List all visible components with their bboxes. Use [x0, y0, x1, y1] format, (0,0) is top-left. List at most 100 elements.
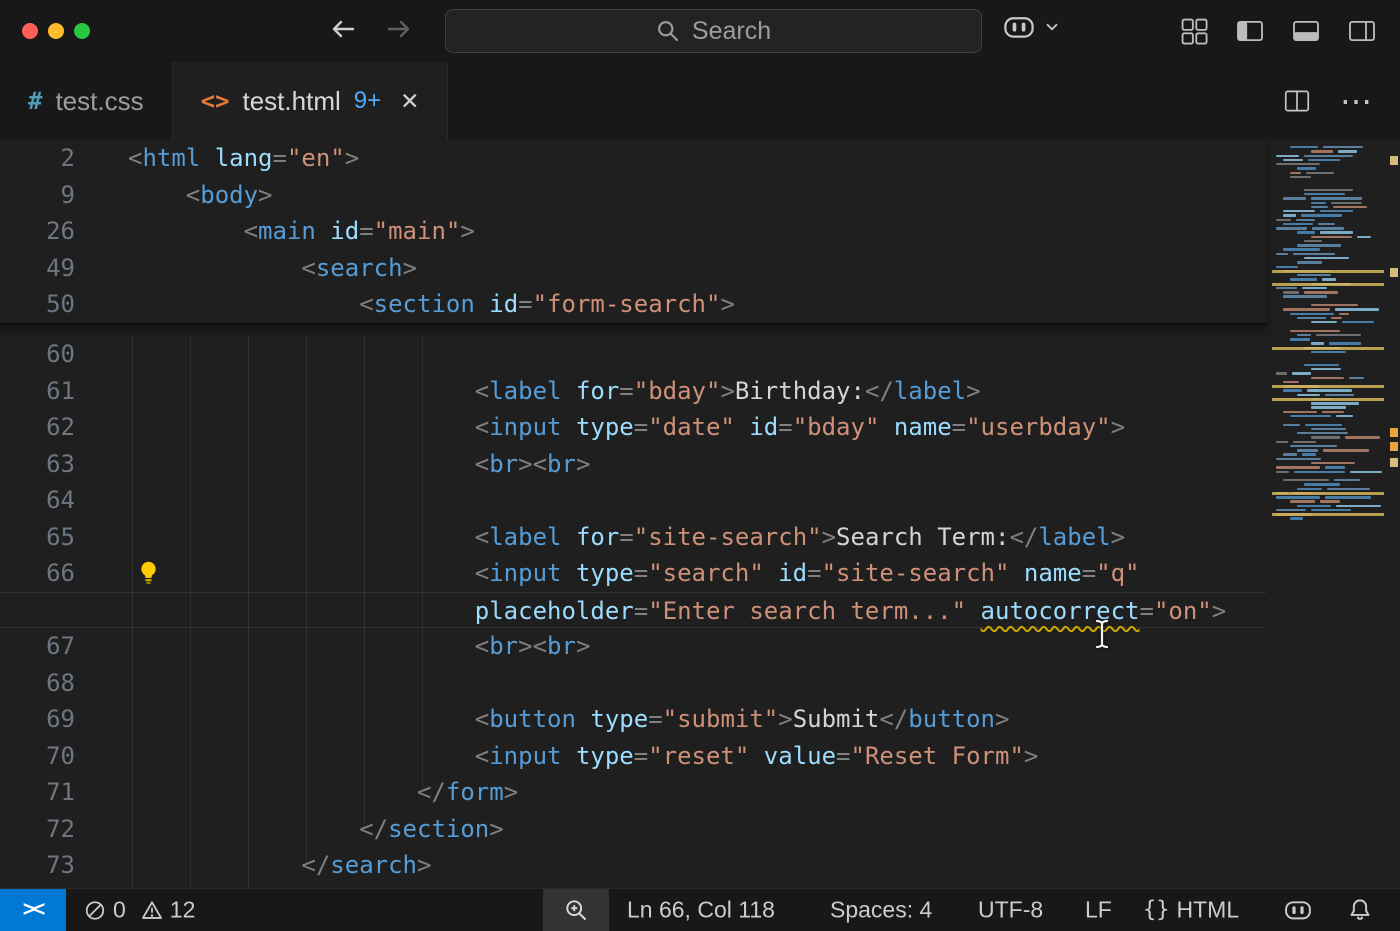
code-line[interactable]: 61 <label for="bday">Birthday:</label>: [0, 373, 1266, 410]
cursor-position-status[interactable]: Ln 66, Col 118: [627, 897, 775, 924]
minimap-line: [1297, 394, 1320, 396]
close-tab-icon[interactable]: ✕: [400, 88, 419, 115]
code-line[interactable]: 64: [0, 482, 1266, 519]
copilot-menu[interactable]: [1003, 14, 1061, 40]
minimap-line: [1336, 505, 1381, 507]
minimap[interactable]: [1270, 140, 1400, 888]
code-line[interactable]: placeholder="Enter search term..." autoc…: [0, 592, 1266, 629]
toggle-primary-sidebar-icon[interactable]: [1234, 15, 1266, 47]
line-content[interactable]: <br><br>: [75, 628, 590, 665]
line-content[interactable]: <button type="submit">Submit</button>: [75, 701, 1009, 738]
line-content[interactable]: placeholder="Enter search term..." autoc…: [75, 593, 1226, 628]
minimap-line: [1311, 428, 1346, 430]
toggle-panel-icon[interactable]: [1290, 15, 1322, 47]
minimap-line: [1304, 240, 1322, 242]
code-line[interactable]: 26 <main id="main">: [0, 213, 1266, 250]
html-file-icon: <>: [201, 87, 230, 115]
navigate-back-icon[interactable]: [328, 14, 358, 44]
line-content[interactable]: <body>: [75, 177, 273, 214]
token-tag: label: [894, 377, 966, 405]
code-line[interactable]: 72 </section>: [0, 811, 1266, 848]
line-content[interactable]: <input type="date" id="bday" name="userb…: [75, 409, 1125, 446]
maximize-window-button[interactable]: [74, 23, 90, 39]
notifications-status[interactable]: [1348, 898, 1372, 922]
command-center-search[interactable]: Search: [445, 9, 982, 53]
minimap-line: [1311, 150, 1333, 152]
line-content[interactable]: <input type="reset" value="Reset Form">: [75, 738, 1038, 775]
line-content[interactable]: [75, 482, 128, 519]
token-ws: [128, 450, 475, 478]
code-line[interactable]: 62 <input type="date" id="bday" name="us…: [0, 409, 1266, 446]
navigate-forward-icon[interactable]: [384, 14, 414, 44]
code-line[interactable]: 50 <section id="form-search">: [0, 286, 1266, 323]
minimap-line: [1311, 509, 1351, 511]
remote-indicator[interactable]: ><: [0, 889, 66, 931]
customize-layout-icon[interactable]: [1178, 15, 1210, 47]
minimap-line: [1283, 453, 1297, 455]
line-content[interactable]: <section id="form-search">: [75, 286, 735, 323]
code-line[interactable]: 71 </form>: [0, 774, 1266, 811]
line-content[interactable]: <br><br>: [75, 446, 590, 483]
indentation-status[interactable]: Spaces: 4: [830, 897, 932, 924]
line-content[interactable]: <main id="main">: [75, 213, 475, 250]
token-ws: [561, 559, 575, 587]
line-content[interactable]: </form>: [75, 774, 518, 811]
minimap-line: [1283, 308, 1330, 310]
minimize-window-button[interactable]: [48, 23, 64, 39]
eol-status[interactable]: LF: [1085, 897, 1112, 924]
language-mode-status[interactable]: {} HTML: [1143, 897, 1239, 924]
code-line[interactable]: 63 <br><br>: [0, 446, 1266, 483]
more-actions-icon[interactable]: ⋯: [1340, 85, 1372, 117]
code-line[interactable]: 9 <body>: [0, 177, 1266, 214]
token-str: "bday": [634, 377, 721, 405]
line-content[interactable]: <html lang="en">: [75, 140, 359, 177]
token-attr: id: [778, 559, 807, 587]
code-line[interactable]: 60: [0, 336, 1266, 373]
token-p: =: [634, 742, 648, 770]
code-line[interactable]: 70 <input type="reset" value="Reset Form…: [0, 738, 1266, 775]
tab-test-html[interactable]: <> test.html 9+ ✕: [173, 62, 449, 140]
token-str: "on": [1154, 597, 1212, 625]
code-line[interactable]: 68: [0, 665, 1266, 702]
line-content[interactable]: <search>: [75, 250, 417, 287]
problems-status[interactable]: 0 12: [84, 897, 195, 924]
code-line[interactable]: 65 <label for="site-search">Search Term:…: [0, 519, 1266, 556]
line-content[interactable]: </search>: [75, 847, 431, 884]
code-line[interactable]: 67 <br><br>: [0, 628, 1266, 665]
token-str: "Reset Form": [851, 742, 1024, 770]
split-editor-icon[interactable]: [1282, 86, 1312, 116]
minimap-line: [1283, 381, 1299, 383]
titlebar: Search: [0, 0, 1400, 62]
token-attr: name: [1024, 559, 1082, 587]
token-ws: [966, 597, 980, 625]
minimap-line: [1290, 500, 1315, 502]
line-content[interactable]: <label for="bday">Birthday:</label>: [75, 373, 981, 410]
zoom-status-item[interactable]: [543, 889, 609, 931]
line-content[interactable]: <input type="search" id="site-search" na…: [75, 555, 1140, 592]
line-content[interactable]: [75, 336, 128, 373]
line-content[interactable]: <label for="site-search">Search Term:</l…: [75, 519, 1125, 556]
code-editor[interactable]: 6061 <label for="bday">Birthday:</label>…: [0, 140, 1400, 888]
line-content[interactable]: </section>: [75, 811, 504, 848]
toggle-secondary-sidebar-icon[interactable]: [1346, 15, 1378, 47]
code-line[interactable]: 2<html lang="en">: [0, 140, 1266, 177]
token-p: =: [952, 413, 966, 441]
tab-test-css[interactable]: # test.css: [0, 62, 173, 140]
encoding-status[interactable]: UTF-8: [978, 897, 1043, 924]
token-ws: [128, 413, 475, 441]
line-content[interactable]: [75, 665, 128, 702]
minimap-line: [1283, 389, 1302, 391]
code-lines[interactable]: 6061 <label for="bday">Birthday:</label>…: [0, 324, 1266, 884]
tab-problems-badge: 9+: [354, 87, 381, 115]
minimap-line: [1349, 377, 1364, 379]
code-line[interactable]: 73 </search>: [0, 847, 1266, 884]
close-window-button[interactable]: [22, 23, 38, 39]
token-ws: [749, 742, 763, 770]
code-line[interactable]: 66 <input type="search" id="site-search"…: [0, 555, 1266, 592]
sticky-scroll[interactable]: 2<html lang="en">9 <body>26 <main id="ma…: [0, 140, 1266, 325]
code-line[interactable]: 49 <search>: [0, 250, 1266, 287]
code-line[interactable]: 69 <button type="submit">Submit</button>: [0, 701, 1266, 738]
line-number: 65: [0, 519, 75, 556]
copilot-status[interactable]: [1284, 899, 1312, 922]
line-number: 68: [0, 665, 75, 702]
